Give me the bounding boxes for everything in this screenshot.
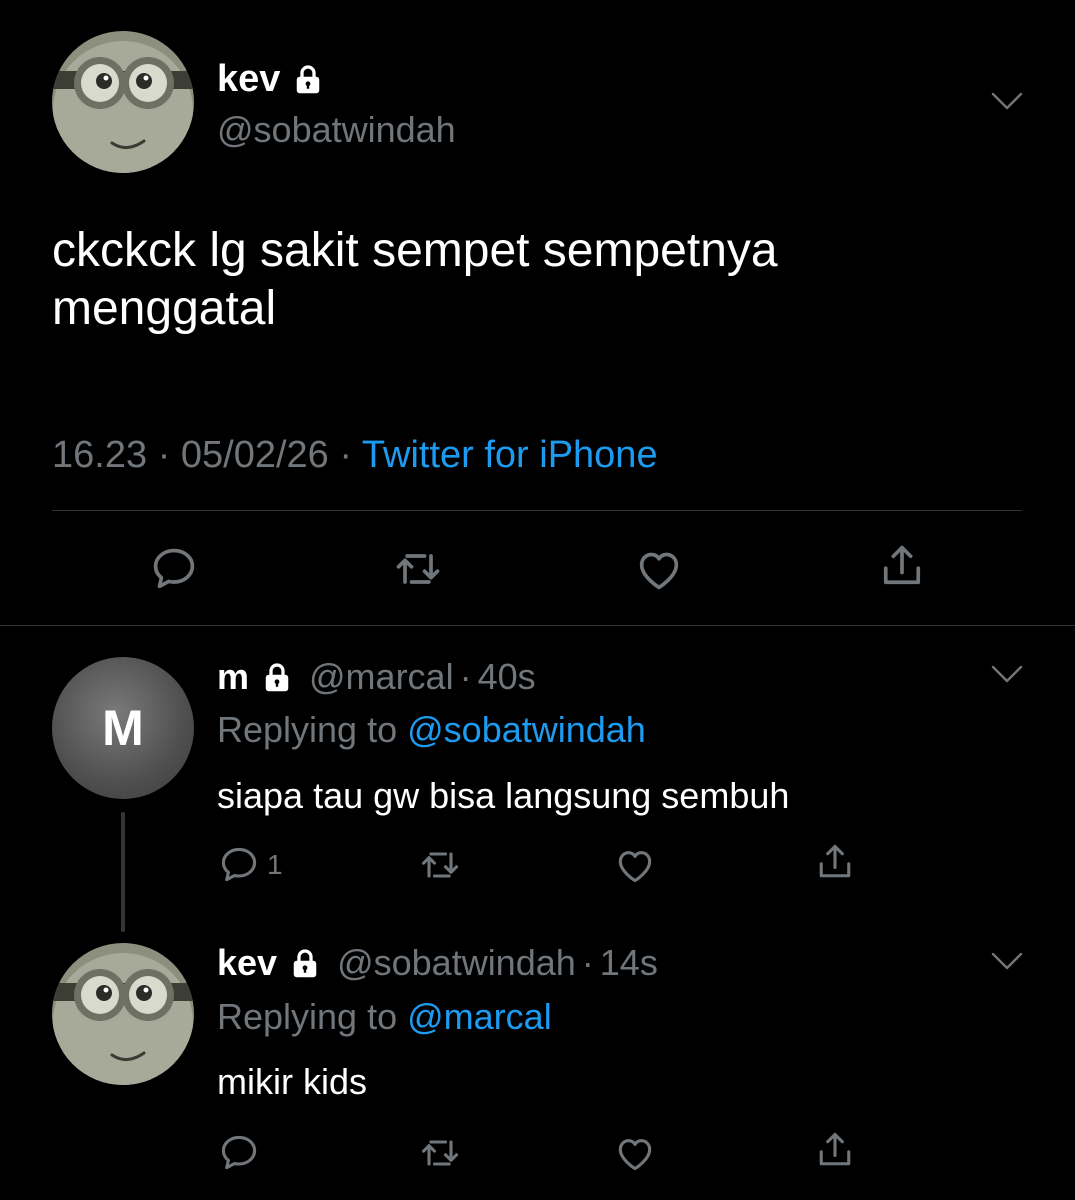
share-button[interactable]	[876, 540, 928, 592]
tweet-source-link[interactable]: Twitter for iPhone	[362, 434, 658, 476]
tweet-options-button[interactable]	[990, 90, 1024, 112]
minion-avatar-image	[52, 943, 194, 1085]
like-button[interactable]	[613, 843, 657, 887]
tweet-meta: 16.23 · 05/02/26 · Twitter for iPhone	[52, 432, 658, 478]
avatar-letter: M	[102, 700, 144, 756]
reply-icon	[148, 543, 200, 595]
chevron-down-icon	[990, 663, 1024, 685]
replying-prefix: Replying to	[217, 996, 398, 1037]
reply-button[interactable]	[148, 543, 200, 595]
lock-icon	[287, 945, 323, 981]
retweet-button[interactable]	[392, 543, 444, 595]
reply-text: siapa tau gw bisa langsung sembuh	[217, 775, 790, 816]
reply-button[interactable]	[217, 1131, 261, 1175]
reply-count: 1	[267, 849, 283, 880]
reply-options-button[interactable]	[990, 663, 1024, 685]
reply-header: m @marcal · 40s	[217, 655, 536, 699]
reply-avatar[interactable]	[52, 943, 194, 1085]
meta-separator: ·	[339, 434, 353, 476]
reply-avatar[interactable]: M	[52, 657, 194, 799]
author-handle[interactable]: @sobatwindah	[217, 108, 456, 152]
like-button[interactable]	[633, 543, 685, 595]
chevron-down-icon	[990, 90, 1024, 112]
reply-age: 40s	[477, 656, 536, 697]
lock-icon	[290, 61, 326, 97]
lock-icon	[259, 659, 295, 695]
retweet-icon	[392, 543, 444, 595]
reply-author-handle[interactable]: @marcal	[309, 655, 454, 699]
share-button[interactable]	[813, 1128, 857, 1172]
replying-to-handle[interactable]: @sobatwindah	[407, 709, 646, 750]
like-icon	[613, 1131, 657, 1175]
share-icon	[813, 840, 857, 884]
share-button[interactable]	[813, 840, 857, 884]
tweet-date: 05/02/26	[180, 434, 329, 476]
reply-age: 14s	[599, 942, 658, 983]
author-name[interactable]: kev	[217, 56, 326, 102]
retweet-icon	[418, 843, 462, 887]
author-avatar[interactable]	[52, 31, 194, 173]
like-icon	[633, 543, 685, 595]
chevron-down-icon	[990, 950, 1024, 972]
replying-to-handle[interactable]: @marcal	[407, 996, 552, 1037]
retweet-icon	[418, 1131, 462, 1175]
like-icon	[613, 843, 657, 887]
meta-separator: ·	[459, 656, 472, 697]
tweet-text: ckckck lg sakit sempet sempetnya menggat…	[52, 224, 778, 335]
thread-line	[121, 812, 125, 932]
tweet-time: 16.23	[52, 434, 148, 476]
reply-author-name[interactable]: kev	[217, 941, 277, 985]
reply-options-button[interactable]	[990, 950, 1024, 972]
divider	[0, 625, 1075, 626]
replying-to: Replying to @marcal	[217, 995, 552, 1039]
retweet-button[interactable]	[418, 843, 462, 887]
reply-text: mikir kids	[217, 1061, 367, 1102]
reply-button[interactable]: 1	[217, 843, 283, 887]
share-icon	[876, 540, 928, 592]
retweet-button[interactable]	[418, 1131, 462, 1175]
reply-icon	[217, 843, 261, 887]
meta-separator: ·	[157, 434, 171, 476]
author-display-name: kev	[217, 58, 281, 100]
reply-header: kev @sobatwindah · 14s	[217, 941, 658, 985]
reply-icon	[217, 1131, 261, 1175]
reply-author-name[interactable]: m	[217, 655, 249, 699]
divider	[52, 510, 1022, 511]
replying-to: Replying to @sobatwindah	[217, 708, 646, 752]
like-button[interactable]	[613, 1131, 657, 1175]
reply-author-handle[interactable]: @sobatwindah	[337, 941, 576, 985]
minion-avatar-image	[52, 31, 194, 173]
share-icon	[813, 1128, 857, 1172]
replying-prefix: Replying to	[217, 709, 398, 750]
meta-separator: ·	[581, 942, 594, 983]
